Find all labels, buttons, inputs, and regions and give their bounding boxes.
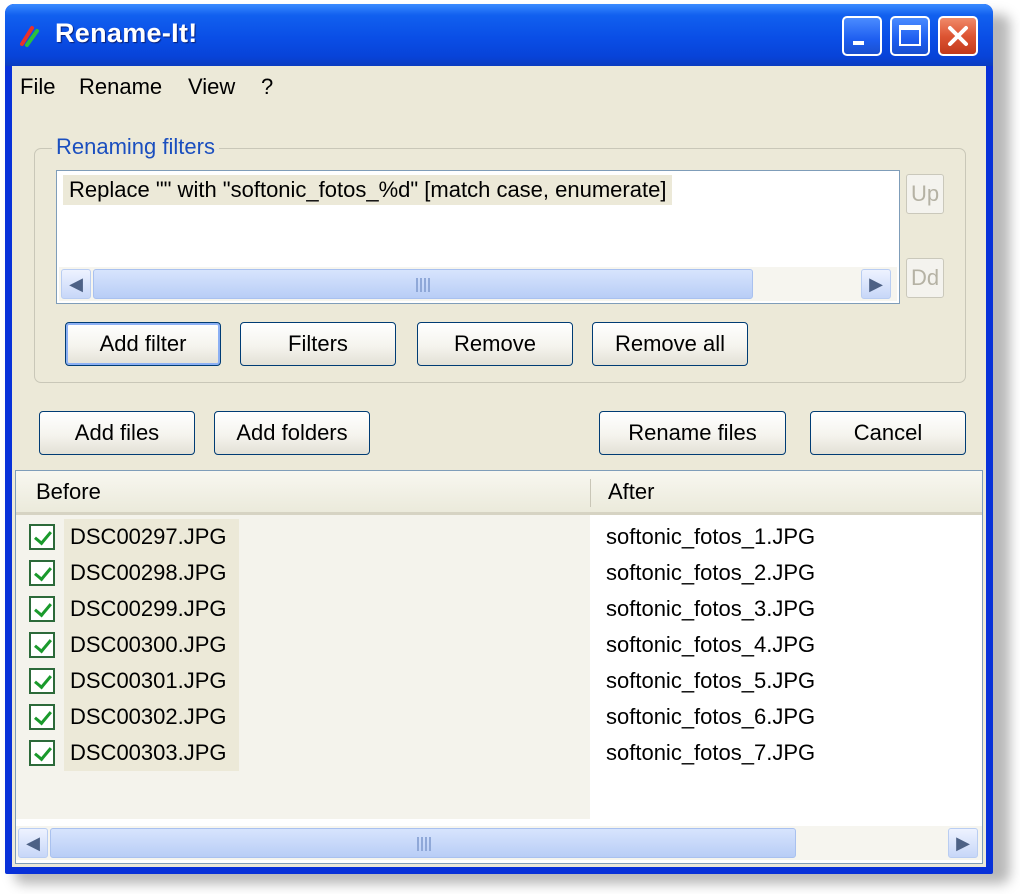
file-row[interactable]: DSC00301.JPG softonic_fotos_5.JPG: [16, 663, 982, 699]
file-name-after: softonic_fotos_2.JPG: [606, 560, 816, 585]
file-row[interactable]: DSC00303.JPG softonic_fotos_7.JPG: [16, 735, 982, 771]
scroll-thumb[interactable]: [50, 828, 796, 858]
maximize-icon: [899, 25, 921, 46]
file-checkbox[interactable]: [29, 596, 55, 622]
file-checkbox[interactable]: [29, 524, 55, 550]
rename-files-button[interactable]: Rename files: [599, 411, 786, 455]
scroll-grip-icon: [416, 278, 432, 292]
close-icon: [948, 26, 968, 46]
menu-bar: File Rename View ?: [12, 66, 986, 108]
add-folders-button[interactable]: Add folders: [214, 411, 370, 455]
filter-list[interactable]: Replace "" with "softonic_fotos_%d" [mat…: [56, 170, 900, 304]
file-checkbox[interactable]: [29, 632, 55, 658]
add-files-button[interactable]: Add files: [39, 411, 195, 455]
minimize-button[interactable]: [842, 16, 882, 56]
file-list-header: Before After: [16, 471, 982, 515]
column-header-before[interactable]: Before: [36, 479, 101, 505]
file-name-after: softonic_fotos_7.JPG: [606, 740, 816, 765]
file-name-after: softonic_fotos_6.JPG: [606, 704, 816, 729]
move-down-button[interactable]: Dd: [906, 258, 944, 298]
title-bar[interactable]: Rename-It!: [5, 4, 993, 66]
file-name-before: DSC00298.JPG: [64, 555, 239, 591]
file-name-before: DSC00300.JPG: [64, 627, 239, 663]
file-name-before: DSC00303.JPG: [64, 735, 239, 771]
file-row[interactable]: DSC00300.JPG softonic_fotos_4.JPG: [16, 627, 982, 663]
file-name-before: DSC00297.JPG: [64, 519, 239, 555]
file-name-after: softonic_fotos_1.JPG: [606, 524, 816, 549]
file-checkbox[interactable]: [29, 560, 55, 586]
app-window: Rename-It! File Rename View ? Renaming f…: [5, 4, 993, 874]
menu-file[interactable]: File: [20, 74, 55, 100]
column-header-after[interactable]: After: [608, 479, 654, 505]
filter-item[interactable]: Replace "" with "softonic_fotos_%d" [mat…: [63, 175, 673, 205]
file-list-scrollbar[interactable]: ◀ ▶: [16, 826, 982, 860]
filters-button[interactable]: Filters: [240, 322, 396, 366]
scroll-left-arrow-icon[interactable]: ◀: [18, 828, 48, 858]
file-row[interactable]: DSC00302.JPG softonic_fotos_6.JPG: [16, 699, 982, 735]
remove-all-button[interactable]: Remove all: [592, 322, 748, 366]
scroll-right-arrow-icon[interactable]: ▶: [861, 269, 891, 299]
column-divider[interactable]: [590, 479, 591, 507]
file-checkbox[interactable]: [29, 740, 55, 766]
file-name-after: softonic_fotos_5.JPG: [606, 668, 816, 693]
scroll-grip-icon: [417, 837, 433, 851]
add-filter-button[interactable]: Add filter: [65, 322, 221, 366]
scroll-left-arrow-icon[interactable]: ◀: [61, 269, 91, 299]
file-name-before: DSC00302.JPG: [64, 699, 239, 735]
file-row[interactable]: DSC00297.JPG softonic_fotos_1.JPG: [16, 519, 982, 555]
rename-it-app-icon: [20, 26, 39, 47]
window-title: Rename-It!: [55, 18, 198, 48]
file-row[interactable]: DSC00299.JPG softonic_fotos_3.JPG: [16, 591, 982, 627]
file-checkbox[interactable]: [29, 704, 55, 730]
window-client-area: File Rename View ? Renaming filters Repl…: [12, 66, 986, 867]
file-name-after: softonic_fotos_3.JPG: [606, 596, 816, 621]
close-button[interactable]: [938, 16, 978, 56]
cancel-button[interactable]: Cancel: [810, 411, 966, 455]
renaming-filters-label: Renaming filters: [52, 134, 219, 160]
file-name-after: softonic_fotos_4.JPG: [606, 632, 816, 657]
scroll-thumb[interactable]: [93, 269, 753, 299]
scroll-right-arrow-icon[interactable]: ▶: [948, 828, 978, 858]
file-name-before: DSC00299.JPG: [64, 591, 239, 627]
file-row[interactable]: DSC00298.JPG softonic_fotos_2.JPG: [16, 555, 982, 591]
file-list[interactable]: Before After DSC00297.JPG softonic_fotos…: [15, 470, 983, 864]
menu-rename[interactable]: Rename: [79, 74, 162, 100]
file-name-before: DSC00301.JPG: [64, 663, 239, 699]
menu-help[interactable]: ?: [261, 74, 273, 100]
file-checkbox[interactable]: [29, 668, 55, 694]
menu-view[interactable]: View: [188, 74, 235, 100]
filter-list-scrollbar[interactable]: ◀ ▶: [59, 267, 897, 301]
move-up-button[interactable]: Up: [906, 174, 944, 214]
maximize-button[interactable]: [890, 16, 930, 56]
remove-button[interactable]: Remove: [417, 322, 573, 366]
minimize-icon: [853, 41, 864, 45]
